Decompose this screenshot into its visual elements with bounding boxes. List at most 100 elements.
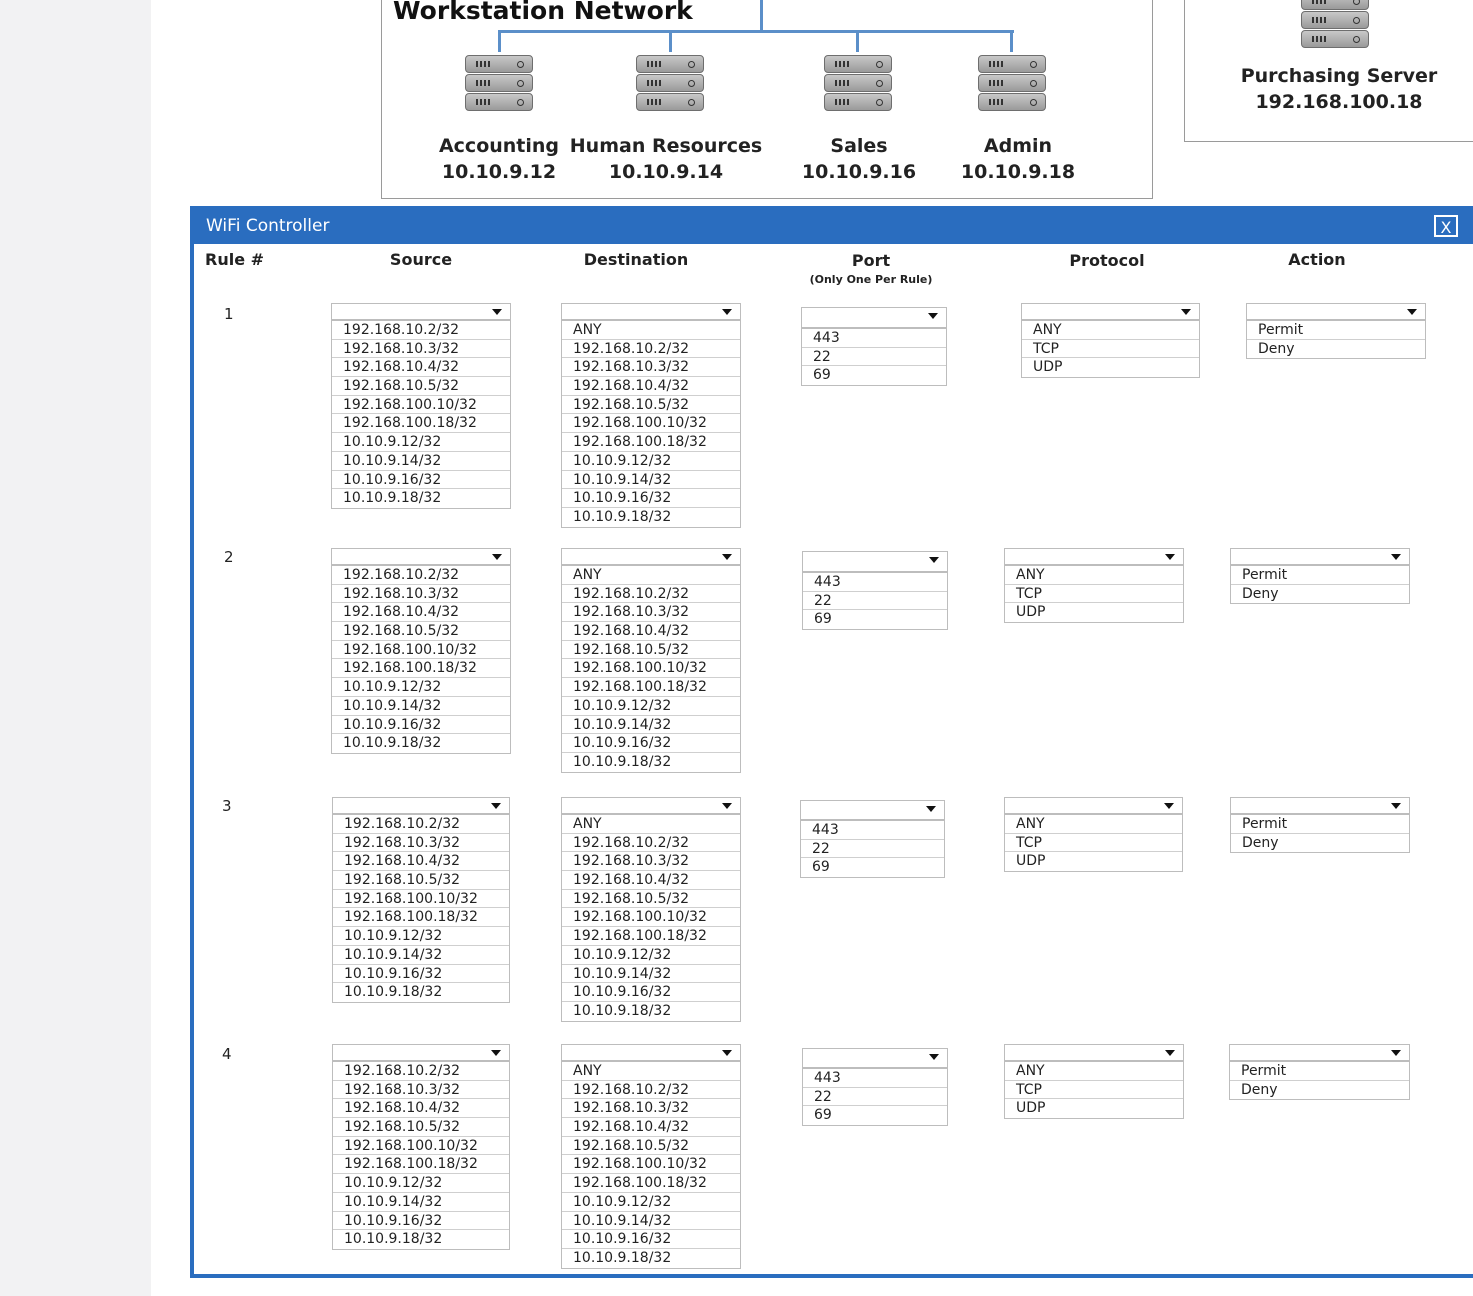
rule3-protocol-option[interactable]: ANY xyxy=(1005,815,1182,834)
rule4-source-option[interactable]: 10.10.9.18/32 xyxy=(333,1230,509,1249)
rule2-source-option[interactable]: 192.168.10.4/32 xyxy=(332,603,510,623)
rule2-protocol-option[interactable]: UDP xyxy=(1005,603,1183,622)
rule1-destination-option[interactable]: 10.10.9.12/32 xyxy=(562,452,740,471)
rule4-source-select[interactable] xyxy=(332,1044,510,1061)
rule4-destination-option[interactable]: 192.168.10.4/32 xyxy=(562,1118,740,1137)
rule3-destination-option[interactable]: ANY xyxy=(562,815,740,834)
rule3-port-option[interactable]: 443 xyxy=(801,821,944,840)
rule4-destination-option[interactable]: 10.10.9.16/32 xyxy=(562,1230,740,1249)
rule2-protocol-select[interactable] xyxy=(1004,548,1184,565)
rule2-destination-option[interactable]: ANY xyxy=(562,566,740,585)
rule1-source-option[interactable]: 192.168.10.2/32 xyxy=(332,321,510,340)
rule3-destination-option[interactable]: 192.168.10.5/32 xyxy=(562,890,740,909)
rule3-source-option[interactable]: 192.168.10.2/32 xyxy=(333,815,509,834)
rule1-protocol-option[interactable]: TCP xyxy=(1022,340,1199,359)
rule4-source-option[interactable]: 192.168.10.3/32 xyxy=(333,1081,509,1100)
rule4-destination-select[interactable] xyxy=(561,1044,741,1061)
rule4-destination-option[interactable]: 192.168.100.18/32 xyxy=(562,1174,740,1193)
rule4-port-select[interactable] xyxy=(802,1048,948,1068)
rule1-port-option[interactable]: 69 xyxy=(802,366,946,385)
rule2-port-option[interactable]: 22 xyxy=(803,592,947,611)
rule1-destination-option[interactable]: 192.168.10.2/32 xyxy=(562,340,740,359)
rule3-destination-option[interactable]: 192.168.10.2/32 xyxy=(562,834,740,853)
rule4-port-option[interactable]: 22 xyxy=(803,1088,947,1107)
rule4-protocol-select[interactable] xyxy=(1004,1044,1184,1061)
rule1-protocol-option[interactable]: UDP xyxy=(1022,358,1199,377)
rule2-port-option[interactable]: 443 xyxy=(803,573,947,592)
rule1-source-option[interactable]: 192.168.10.4/32 xyxy=(332,358,510,378)
rule4-action-select[interactable] xyxy=(1229,1044,1410,1061)
rule3-action-select[interactable] xyxy=(1230,797,1410,814)
rule2-source-option[interactable]: 10.10.9.14/32 xyxy=(332,697,510,716)
rule3-source-option[interactable]: 192.168.10.3/32 xyxy=(333,834,509,853)
rule2-source-option[interactable]: 192.168.10.3/32 xyxy=(332,585,510,604)
rule2-source-option[interactable]: 10.10.9.18/32 xyxy=(332,734,510,753)
rule1-source-option[interactable]: 10.10.9.18/32 xyxy=(332,489,510,508)
rule1-source-option[interactable]: 192.168.100.18/32 xyxy=(332,414,510,434)
rule3-destination-option[interactable]: 192.168.10.4/32 xyxy=(562,871,740,890)
rule3-port-option[interactable]: 69 xyxy=(801,858,944,877)
rule2-destination-option[interactable]: 192.168.100.18/32 xyxy=(562,678,740,697)
rule1-source-option[interactable]: 10.10.9.16/32 xyxy=(332,471,510,490)
rule2-destination-option[interactable]: 192.168.10.3/32 xyxy=(562,603,740,623)
rule4-destination-option[interactable]: 192.168.10.3/32 xyxy=(562,1099,740,1119)
rule3-source-option[interactable]: 192.168.10.4/32 xyxy=(333,852,509,872)
rule2-action-option[interactable]: Permit xyxy=(1231,566,1409,585)
rule1-protocol-option[interactable]: ANY xyxy=(1022,321,1199,340)
rule3-protocol-option[interactable]: UDP xyxy=(1005,852,1182,871)
rule4-port-option[interactable]: 443 xyxy=(803,1069,947,1088)
rule2-destination-option[interactable]: 192.168.10.4/32 xyxy=(562,622,740,641)
rule1-source-option[interactable]: 10.10.9.14/32 xyxy=(332,452,510,471)
rule4-destination-option[interactable]: 10.10.9.18/32 xyxy=(562,1249,740,1268)
rule4-destination-option[interactable]: ANY xyxy=(562,1062,740,1081)
rule1-action-option[interactable]: Deny xyxy=(1247,340,1425,359)
rule4-source-option[interactable]: 192.168.10.5/32 xyxy=(333,1118,509,1137)
rule3-source-select[interactable] xyxy=(332,797,510,814)
rule2-port-select[interactable] xyxy=(802,551,948,572)
rule4-source-option[interactable]: 10.10.9.14/32 xyxy=(333,1193,509,1212)
rule4-protocol-option[interactable]: ANY xyxy=(1005,1062,1183,1081)
rule3-destination-option[interactable]: 10.10.9.18/32 xyxy=(562,1002,740,1021)
rule3-destination-select[interactable] xyxy=(561,797,741,814)
rule3-destination-option[interactable]: 10.10.9.12/32 xyxy=(562,946,740,965)
rule4-destination-option[interactable]: 192.168.100.10/32 xyxy=(562,1155,740,1175)
rule1-destination-option[interactable]: ANY xyxy=(562,321,740,340)
rule2-port-option[interactable]: 69 xyxy=(803,610,947,629)
rule4-destination-option[interactable]: 10.10.9.12/32 xyxy=(562,1193,740,1212)
rule1-port-option[interactable]: 22 xyxy=(802,348,946,367)
rule3-source-option[interactable]: 192.168.100.10/32 xyxy=(333,890,509,909)
close-button[interactable]: X xyxy=(1434,215,1458,237)
rule4-protocol-option[interactable]: TCP xyxy=(1005,1081,1183,1100)
rule2-destination-select[interactable] xyxy=(561,548,741,565)
rule2-destination-option[interactable]: 10.10.9.12/32 xyxy=(562,697,740,716)
rule3-destination-option[interactable]: 10.10.9.14/32 xyxy=(562,965,740,984)
rule4-source-option[interactable]: 10.10.9.12/32 xyxy=(333,1174,509,1193)
rule1-destination-select[interactable] xyxy=(561,303,741,320)
rule4-source-option[interactable]: 10.10.9.16/32 xyxy=(333,1212,509,1231)
rule1-source-select[interactable] xyxy=(331,303,511,320)
rule2-destination-option[interactable]: 192.168.100.10/32 xyxy=(562,659,740,679)
rule2-action-option[interactable]: Deny xyxy=(1231,585,1409,604)
rule1-destination-option[interactable]: 10.10.9.14/32 xyxy=(562,471,740,490)
rule1-action-option[interactable]: Permit xyxy=(1247,321,1425,340)
rule3-action-option[interactable]: Permit xyxy=(1231,815,1409,834)
rule3-port-option[interactable]: 22 xyxy=(801,840,944,859)
rule4-destination-option[interactable]: 192.168.10.2/32 xyxy=(562,1081,740,1100)
rule3-destination-option[interactable]: 10.10.9.16/32 xyxy=(562,983,740,1002)
rule1-action-select[interactable] xyxy=(1246,303,1426,320)
rule4-destination-option[interactable]: 192.168.10.5/32 xyxy=(562,1137,740,1156)
rule1-destination-option[interactable]: 192.168.100.18/32 xyxy=(562,433,740,452)
rule3-source-option[interactable]: 10.10.9.14/32 xyxy=(333,946,509,965)
rule1-destination-option[interactable]: 192.168.100.10/32 xyxy=(562,414,740,434)
rule2-destination-option[interactable]: 10.10.9.16/32 xyxy=(562,734,740,753)
rule1-protocol-select[interactable] xyxy=(1021,303,1200,320)
rule2-source-option[interactable]: 192.168.10.5/32 xyxy=(332,622,510,641)
rule2-destination-option[interactable]: 192.168.10.5/32 xyxy=(562,641,740,660)
rule3-destination-option[interactable]: 192.168.10.3/32 xyxy=(562,852,740,872)
rule3-protocol-option[interactable]: TCP xyxy=(1005,834,1182,853)
rule1-destination-option[interactable]: 192.168.10.5/32 xyxy=(562,396,740,415)
rule4-destination-option[interactable]: 10.10.9.14/32 xyxy=(562,1212,740,1231)
rule1-destination-option[interactable]: 10.10.9.16/32 xyxy=(562,489,740,508)
rule3-destination-option[interactable]: 192.168.100.10/32 xyxy=(562,908,740,928)
rule1-destination-option[interactable]: 10.10.9.18/32 xyxy=(562,508,740,527)
